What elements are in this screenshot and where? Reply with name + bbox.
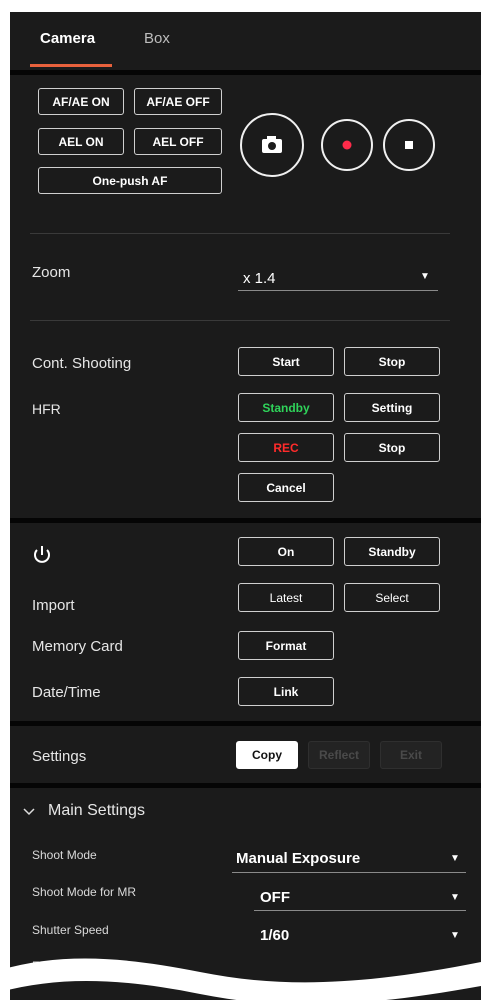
dropdown-arrow-icon: ▼ xyxy=(450,892,460,903)
one-push-af-button[interactable]: One-push AF xyxy=(38,167,222,194)
import-select-button[interactable]: Select xyxy=(344,583,440,612)
hfr-rec-button[interactable]: REC xyxy=(238,433,334,462)
hfr-standby-button[interactable]: Standby xyxy=(238,393,334,422)
chevron-down-icon[interactable] xyxy=(22,807,36,817)
divider xyxy=(30,320,450,321)
capture-button[interactable] xyxy=(240,113,304,177)
shoot-mode-mr-select[interactable]: OFF xyxy=(260,889,290,906)
section-divider xyxy=(10,518,481,523)
af-ae-on-button[interactable]: AF/AE ON xyxy=(38,88,124,115)
record-icon xyxy=(342,140,352,150)
date-time-label: Date/Time xyxy=(32,684,101,701)
hfr-label: HFR xyxy=(32,401,61,417)
shoot-mode-underline xyxy=(232,872,466,873)
shutter-speed-select[interactable]: 1/60 xyxy=(260,927,289,944)
power-standby-button[interactable]: Standby xyxy=(344,537,440,566)
settings-reflect-button[interactable]: Reflect xyxy=(308,741,370,769)
camera-icon xyxy=(262,136,282,153)
cont-shooting-label: Cont. Shooting xyxy=(32,355,132,372)
settings-exit-button[interactable]: Exit xyxy=(380,741,442,769)
power-on-button[interactable]: On xyxy=(238,537,334,566)
stop-record-button[interactable] xyxy=(383,119,435,171)
divider xyxy=(30,233,450,234)
af-ae-off-button[interactable]: AF/AE OFF xyxy=(134,88,222,115)
hfr-stop-button[interactable]: Stop xyxy=(344,433,440,462)
import-latest-button[interactable]: Latest xyxy=(238,583,334,612)
record-button[interactable] xyxy=(321,119,373,171)
section-divider xyxy=(10,721,481,726)
camera-remote-panel: Camera Box AF/AE ON AF/AE OFF AEL ON AEL… xyxy=(10,12,481,1000)
dropdown-arrow-icon: ▼ xyxy=(420,271,430,282)
section-divider xyxy=(10,783,481,788)
section-divider xyxy=(10,70,481,75)
shoot-mode-mr-label: Shoot Mode for MR xyxy=(32,885,137,899)
dropdown-arrow-icon: ▼ xyxy=(450,853,460,864)
zoom-select-underline xyxy=(238,290,438,291)
hfr-cancel-button[interactable]: Cancel xyxy=(238,473,334,502)
shoot-mode-label: Shoot Mode xyxy=(32,848,97,862)
hfr-setting-button[interactable]: Setting xyxy=(344,393,440,422)
ael-off-button[interactable]: AEL OFF xyxy=(134,128,222,155)
torn-edge-decoration xyxy=(0,958,481,1005)
import-label: Import xyxy=(32,597,75,614)
tab-camera[interactable]: Camera xyxy=(40,30,95,47)
zoom-select[interactable]: x 1.4 xyxy=(243,270,276,287)
date-time-link-button[interactable]: Link xyxy=(238,677,334,706)
active-tab-indicator xyxy=(30,64,112,67)
memory-card-format-button[interactable]: Format xyxy=(238,631,334,660)
shoot-mode-select[interactable]: Manual Exposure xyxy=(236,850,360,867)
ael-on-button[interactable]: AEL ON xyxy=(38,128,124,155)
tab-box[interactable]: Box xyxy=(144,30,170,47)
main-settings-title[interactable]: Main Settings xyxy=(48,802,145,820)
stop-icon xyxy=(405,141,413,149)
power-icon xyxy=(34,546,50,563)
settings-copy-button[interactable]: Copy xyxy=(236,741,298,769)
zoom-label: Zoom xyxy=(32,264,71,281)
dropdown-arrow-icon: ▼ xyxy=(450,930,460,941)
shoot-mode-mr-underline xyxy=(254,910,466,911)
cont-shooting-start-button[interactable]: Start xyxy=(238,347,334,376)
memory-card-label: Memory Card xyxy=(32,638,123,655)
settings-label: Settings xyxy=(32,748,87,765)
shutter-speed-label: Shutter Speed xyxy=(32,923,109,937)
cont-shooting-stop-button[interactable]: Stop xyxy=(344,347,440,376)
